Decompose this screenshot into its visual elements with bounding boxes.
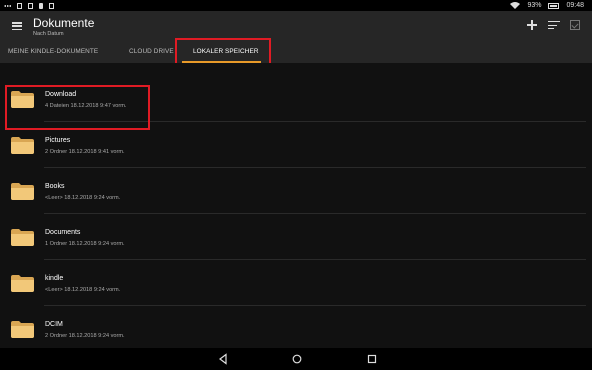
folder-name: DCIM [45,321,63,328]
list-item[interactable]: DCIM 2 Ordner 18.12.2018 9:24 vorm. [0,307,592,348]
list-item[interactable]: kindle <Leer> 18.12.2018 9:24 vorm. [0,261,592,306]
folder-icon [11,229,34,246]
app-bar-actions [526,19,580,31]
folder-icon [11,183,34,200]
folder-meta: 1 Ordner 18.12.2018 9:24 vorm. [45,241,125,247]
add-icon[interactable] [526,19,538,31]
system-nav-bar [0,348,592,370]
sort-order-label: Nach Datum [33,31,64,37]
status-bar-left [4,1,54,10]
download-highlight-box [5,85,150,130]
folder-meta: <Leer> 18.12.2018 9:24 vorm. [45,195,121,201]
select-icon[interactable] [570,20,580,30]
folder-meta: 2 Ordner 18.12.2018 9:24 vorm. [45,333,125,339]
battery-icon [548,2,560,9]
tab-meine-kindle-dokumente[interactable]: MEINE KINDLE-DOKUMENTE [8,48,98,55]
menu-icon[interactable] [12,22,22,30]
sort-icon[interactable] [548,19,560,31]
folder-meta: 2 Ordner 18.12.2018 9:41 vorm. [45,149,125,155]
tab-cloud-drive[interactable]: CLOUD DRIVE [129,48,174,55]
storage-icon [49,2,54,9]
folder-icon [11,275,34,292]
more-icon [4,4,11,7]
home-icon[interactable] [291,353,303,365]
recents-icon[interactable] [366,353,378,365]
status-bar: 93% 09:48 [0,0,592,11]
folder-icon [11,137,34,154]
lock-icon [39,2,43,9]
folder-meta: <Leer> 18.12.2018 9:24 vorm. [45,287,121,293]
status-bar-right: 93% 09:48 [510,1,584,10]
divider [44,167,586,168]
clock: 09:48 [566,2,584,9]
folder-name: Books [45,183,65,190]
folder-icon [11,321,34,338]
download-icon [28,2,33,9]
battery-percent: 93% [527,2,542,9]
list-item[interactable]: Documents 1 Ordner 18.12.2018 9:24 vorm. [0,215,592,260]
notification-icon [17,2,22,9]
back-icon[interactable] [217,353,229,365]
app-bar: Dokumente Nach Datum MEINE KINDLE-DOKUME… [0,11,592,63]
folder-name: kindle [45,275,64,282]
page-title: Dokumente [33,16,95,30]
divider [44,305,586,306]
folder-name: Documents [45,229,81,236]
divider [44,213,586,214]
folder-name: Pictures [45,137,71,144]
list-item[interactable]: Books <Leer> 18.12.2018 9:24 vorm. [0,169,592,214]
divider [44,259,586,260]
wifi-icon [510,2,521,9]
